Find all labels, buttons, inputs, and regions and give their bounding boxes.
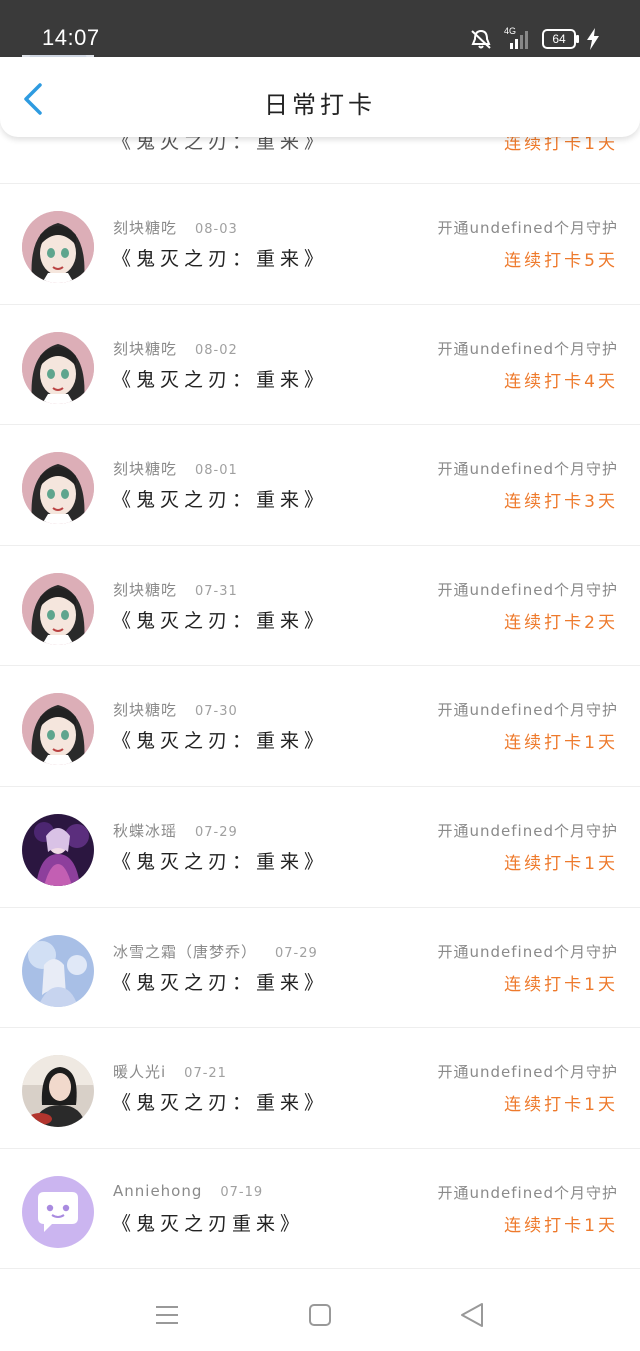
menu-icon[interactable] [147,1295,187,1335]
guard-info: 开通undefined个月守护 [437,942,618,961]
avatar[interactable] [22,813,94,886]
post-date: 08-03 [195,222,238,237]
avatar[interactable] [22,211,94,283]
user-line: 暖人光i 07-21 [113,1061,227,1082]
user-name[interactable]: 秋蝶冰瑶 [113,822,177,840]
streak-count: 连续打卡1天 [504,1095,618,1116]
avatar[interactable] [22,452,94,525]
back-triangle-icon[interactable] [452,1295,492,1335]
post-date: 08-02 [195,342,238,358]
avatar[interactable] [22,1175,94,1248]
avatar[interactable] [22,934,94,1007]
guard-info: 开通undefined个月守护 [437,219,618,237]
list-item[interactable]: 冰雪之霜（唐梦乔） 07-29 《鬼灭之刃：重来》 开通undefined个月守护连续… [0,908,640,1029]
post-date: 07-30 [195,704,238,720]
avatar[interactable] [22,331,94,404]
status-icons: 4G 64 [468,26,600,50]
post-date: 08-01 [195,463,238,479]
list-item[interactable]: 刻块糖吃 08-02 《鬼灭之刃：重来》 开通undefined个月守护连续打卡4天 [0,305,640,426]
mute-bell-icon [468,28,494,50]
guard-info: 开通undefined个月守护 [437,580,618,599]
avatar[interactable] [22,693,94,766]
user-name[interactable]: 刻块糖吃 [113,581,177,599]
post-title: 《鬼灭之刃：重来》 [112,730,329,753]
guard-info: 开通undefined个月守护 [437,339,618,358]
post-title: 《鬼灭之刃：重来》 [112,368,329,391]
post-date: 07-29 [275,945,318,961]
streak-count: 连续打卡5天 [504,251,618,271]
post-title: 《鬼灭之刃：重来》 [112,971,329,994]
post-title: 《鬼灭之刃：重来》 [112,248,329,270]
post-date: 07-29 [195,824,238,840]
user-line: 刻块糖吃 08-02 [113,338,238,359]
post-date: 07-21 [184,1066,227,1082]
status-time: 14:07 [42,25,100,50]
user-name[interactable]: 刻块糖吃 [113,701,177,719]
streak-count: 连续打卡2天 [504,612,618,633]
list-item[interactable]: Anniehong 07-19 《鬼灭之刃重来》 开通undefined个月守护连续打… [0,1149,640,1270]
streak-count: 连续打卡1天 [504,853,618,874]
user-line: Anniehong 07-19 [113,1182,263,1200]
network-type: 4G [504,26,517,36]
guard-info: 开通undefined个月守护 [437,460,618,479]
system-nav-bar [0,1271,640,1351]
user-name[interactable]: 冰雪之霜（唐梦乔） [113,943,257,961]
user-name[interactable]: 刻块糖吃 [113,340,177,358]
user-name[interactable]: Anniehong [113,1182,202,1200]
user-line: 刻块糖吃 08-03 [113,217,238,238]
user-line: 刻块糖吃 08-01 [113,458,238,479]
streak-count: 连续打卡1天 [504,733,618,754]
user-line: 秋蝶冰瑶 07-29 [113,820,238,841]
post-title: 《鬼灭之刃：重来》 [112,489,329,512]
guard-info: 开通undefined个月守护 [437,701,618,720]
user-name[interactable]: 刻块糖吃 [113,219,177,237]
post-date: 07-19 [220,1184,264,1200]
signal-icon: 4G [504,26,532,50]
avatar[interactable] [22,1055,94,1128]
avatar[interactable] [22,572,94,645]
streak-count: 连续打卡3天 [504,492,618,513]
list-item[interactable]: 刻块糖吃 08-03 《鬼灭之刃：重来》 开通undefined个月守护连续打卡5天 [0,184,640,305]
user-name[interactable]: 刻块糖吃 [113,460,177,478]
user-line: 刻块糖吃 07-31 [113,579,238,600]
guard-info: 开通undefined个月守护 [437,1183,618,1202]
post-title: 《鬼灭之刃：重来》 [112,850,329,873]
streak-count: 连续打卡1天 [504,974,618,995]
post-title: 《鬼灭之刃重来》 [112,1212,305,1235]
charging-bolt-icon [586,28,600,50]
post-title: 《鬼灭之刃：重来》 [112,1092,329,1115]
list-item[interactable]: 暖人光i 07-21 《鬼灭之刃：重来》 开通undefined个月守护连续打卡1天 [0,1028,640,1149]
guard-info: 开通undefined个月守护 [437,821,618,840]
list-item[interactable]: 刻块糖吃 08-01 《鬼灭之刃：重来》 开通undefined个月守护连续打卡3天 [0,425,640,546]
streak-count: 连续打卡4天 [504,371,618,392]
battery-icon: 64 [542,29,579,49]
header: 日常打卡 [0,57,640,137]
user-name[interactable]: 暖人光i [113,1063,166,1081]
list-item[interactable]: 秋蝶冰瑶 07-29 《鬼灭之刃：重来》 开通undefined个月守护连续打卡1天 [0,787,640,908]
checkin-list: 《鬼灭之刃：重来》 连续打卡1天 刻块糖吃 08-03 《鬼灭之刃：重来》 开通und… [0,55,640,1270]
home-square-icon[interactable] [300,1295,340,1335]
streak-count: 连续打卡1天 [504,1215,618,1236]
guard-info: 开通undefined个月守护 [437,1063,618,1082]
page-title: 日常打卡 [264,91,376,119]
post-title: 《鬼灭之刃：重来》 [112,609,329,632]
list-item[interactable]: 刻块糖吃 07-31 《鬼灭之刃：重来》 开通undefined个月守护连续打卡2天 [0,546,640,667]
post-date: 07-31 [195,583,238,599]
list-item[interactable]: 刻块糖吃 07-30 《鬼灭之刃：重来》 开通undefined个月守护连续打卡1天 [0,666,640,787]
user-line: 刻块糖吃 07-30 [113,699,238,720]
user-line: 冰雪之霜（唐梦乔） 07-29 [113,941,318,962]
status-bar: 14:07 4G 64 [0,0,640,57]
